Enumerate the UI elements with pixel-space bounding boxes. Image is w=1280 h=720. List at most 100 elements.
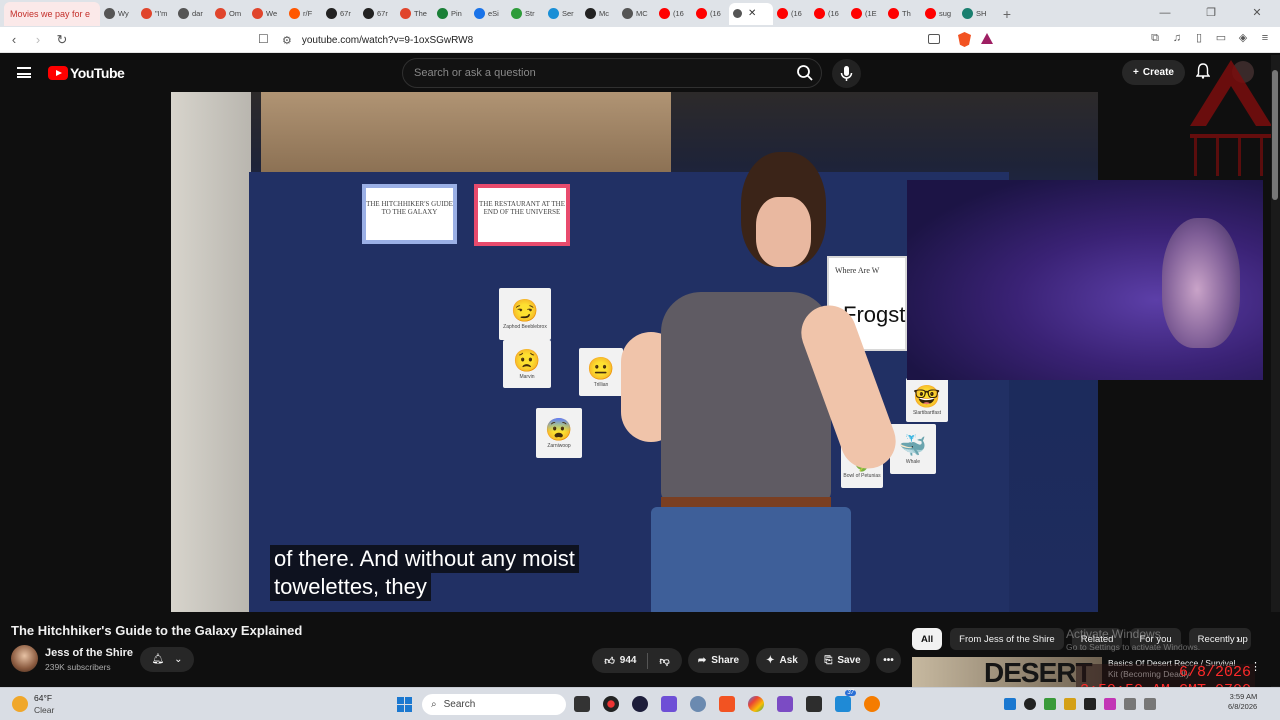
channel-name[interactable]: Jess of the Shire (45, 647, 133, 659)
tab-current-video[interactable]: ✕ (729, 2, 773, 25)
chrome-icon[interactable] (748, 696, 764, 712)
browser-tab[interactable]: SH (958, 3, 995, 25)
tab-favicon-icon (548, 8, 559, 19)
channel-avatar[interactable] (11, 645, 38, 672)
subscribed-button[interactable]: 🔔︎ ⌄ (140, 647, 194, 672)
browser-tab[interactable]: dar (174, 3, 211, 25)
scrollbar-thumb[interactable] (1272, 70, 1278, 200)
chip-all[interactable]: All (912, 628, 943, 650)
save-button[interactable]: ⎘ Save (815, 648, 870, 673)
messaging-icon[interactable]: 37 (835, 690, 856, 712)
guide-menu-icon[interactable] (17, 67, 31, 78)
volume-icon[interactable] (1144, 698, 1156, 710)
vpn-icon[interactable]: ◈ (1236, 31, 1250, 45)
tray-icon[interactable] (1084, 698, 1096, 710)
more-icon: ••• (883, 655, 894, 666)
tab-movies[interactable]: Movies we pay for e (4, 1, 100, 26)
browser-tab[interactable]: r/F (285, 3, 322, 25)
browser-tab[interactable]: (16 (810, 3, 847, 25)
tray-icon[interactable] (1104, 698, 1116, 710)
new-tab-button[interactable]: + (995, 6, 1019, 22)
tray-icon[interactable] (1004, 698, 1016, 710)
voice-search-button[interactable] (832, 59, 861, 88)
search-icon[interactable] (796, 64, 814, 82)
restore-icon[interactable]: ❐ (1188, 0, 1234, 27)
browser-tab[interactable]: MC (618, 3, 655, 25)
close-window-icon[interactable]: ✕ (1234, 0, 1280, 27)
browser-tab[interactable]: "I'm (137, 3, 174, 25)
brave-icon[interactable] (719, 696, 735, 712)
share-button[interactable]: ➦ Share (688, 648, 749, 673)
forward-icon[interactable]: › (28, 32, 48, 47)
orange-app-icon[interactable] (864, 696, 880, 712)
media-icon[interactable]: ♫ (1170, 31, 1184, 45)
browser-tab[interactable]: Om (211, 3, 248, 25)
back-icon[interactable]: ‹ (4, 32, 24, 47)
taskbar-search[interactable]: ⌕ Search (422, 694, 566, 715)
recommendation-thumbnail[interactable]: DESERT (912, 657, 1102, 689)
browser-tab[interactable]: Mc (581, 3, 618, 25)
weather-icon[interactable] (12, 696, 28, 712)
browser-tab[interactable]: The (396, 3, 433, 25)
video-stairs (261, 92, 671, 177)
sidebar-icon[interactable]: ▯ (1192, 31, 1206, 45)
emoji-card: 😨 Zarniwoop (536, 408, 582, 458)
bookmark-icon[interactable]: ☐ (258, 32, 269, 46)
browser-tab[interactable]: 67r (359, 3, 396, 25)
grid-app-icon[interactable] (661, 696, 677, 712)
share-label: Share (711, 655, 740, 666)
like-button[interactable]: 👍︎ 944 (604, 655, 636, 667)
dislike-button[interactable]: 👎︎ (659, 655, 669, 667)
dark-app-icon[interactable] (806, 696, 822, 712)
audio-icon[interactable] (733, 9, 742, 18)
obs-icon[interactable] (603, 696, 619, 712)
tab-close-icon[interactable]: ✕ (748, 8, 756, 19)
browser-tab[interactable]: Ser (544, 3, 581, 25)
weather-condition[interactable]: Clear (34, 705, 54, 715)
browser-tab[interactable]: 67r (322, 3, 359, 25)
browser-tab[interactable]: sug (921, 3, 958, 25)
brave-rewards-icon[interactable] (981, 33, 993, 44)
youtube-play-icon (48, 66, 68, 80)
browser-tab[interactable]: Pin (433, 3, 470, 25)
browser-tab[interactable]: Str (507, 3, 544, 25)
cast-icon[interactable] (928, 34, 940, 44)
more-actions-button[interactable]: ••• (876, 648, 901, 673)
tab-label: eSi (488, 9, 499, 18)
browser-tab[interactable]: Th (884, 3, 921, 25)
search-input[interactable] (414, 67, 774, 79)
menu-icon[interactable]: ≡ (1258, 31, 1272, 45)
search-box[interactable] (402, 58, 822, 88)
task-view-icon[interactable] (574, 696, 590, 712)
settings-icon[interactable] (690, 696, 706, 712)
tray-icon[interactable] (1064, 698, 1076, 710)
site-info-icon[interactable]: ⚙ (282, 34, 292, 47)
tray-icon[interactable] (1044, 698, 1056, 710)
purple-app-icon[interactable] (777, 696, 793, 712)
browser-tab[interactable]: (16 (692, 3, 729, 25)
extensions-icon[interactable]: ⧉ (1148, 31, 1162, 45)
minimize-icon[interactable]: — (1142, 0, 1188, 27)
brave-shields-icon[interactable] (958, 32, 971, 47)
wifi-icon[interactable] (1124, 698, 1136, 710)
ask-button[interactable]: ✦ Ask (756, 648, 808, 673)
url-field[interactable]: ⚙ youtube.com/watch?v=9-1oxSGwRW8 (282, 30, 1002, 50)
tray-icon[interactable] (1024, 698, 1036, 710)
wallet-icon[interactable]: ▭ (1214, 31, 1228, 45)
app-icon[interactable] (632, 696, 648, 712)
browser-tab[interactable]: eSi (470, 3, 507, 25)
browser-tab[interactable]: We (248, 3, 285, 25)
browser-tab[interactable]: Wy (100, 3, 137, 25)
taskbar-clock[interactable]: 3:59 AM 6/8/2026 (1228, 692, 1257, 712)
chip-from-channel[interactable]: From Jess of the Shire (950, 628, 1064, 650)
browser-tab[interactable]: (16 (773, 3, 810, 25)
chevron-right-icon[interactable]: › (1236, 632, 1240, 646)
youtube-logo[interactable]: YouTube (48, 65, 125, 81)
reload-icon[interactable]: ↻ (52, 32, 72, 48)
browser-tab[interactable]: (1E (847, 3, 884, 25)
create-button[interactable]: + Create (1122, 60, 1185, 85)
start-icon[interactable] (397, 697, 412, 712)
weather-temperature[interactable]: 64°F (34, 693, 52, 703)
browser-tab[interactable]: (16 (655, 3, 692, 25)
tab-label: (16 (828, 9, 839, 18)
